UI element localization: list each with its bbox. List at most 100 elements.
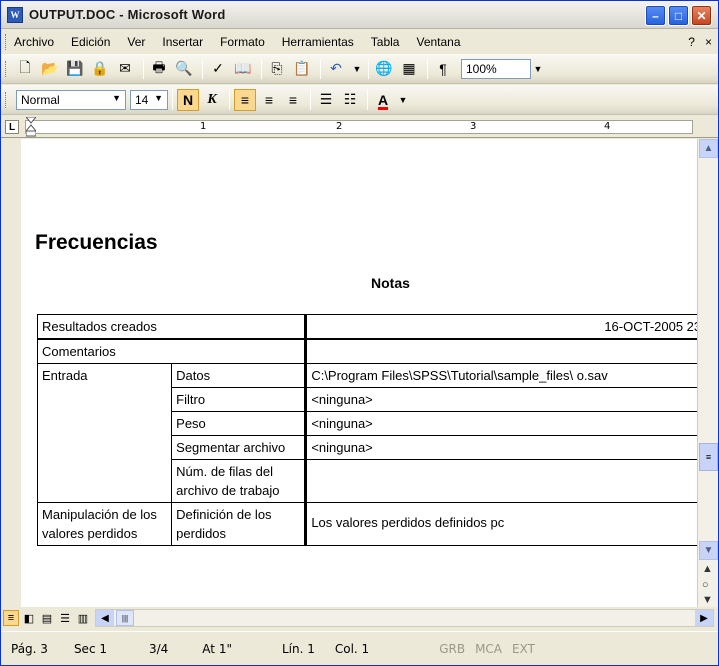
undo-dropdown-icon[interactable]: ▼ xyxy=(350,59,364,79)
scroll-right-icon[interactable]: ▶ xyxy=(695,610,713,626)
hyperlink-icon[interactable]: 🌐 xyxy=(373,58,395,80)
email-icon[interactable]: ✉ xyxy=(114,58,136,80)
copy-icon[interactable]: ⎘ xyxy=(266,58,288,80)
italic-button[interactable]: K xyxy=(201,89,223,111)
status-extend[interactable]: EXT xyxy=(512,642,535,656)
status-at: At 1" xyxy=(202,641,232,656)
separator xyxy=(320,58,321,79)
horizontal-scrollbar[interactable]: ◀ ||| ▶ xyxy=(95,609,714,627)
align-right-icon[interactable]: ≡ xyxy=(282,89,304,111)
scroll-down-icon[interactable]: ▼ xyxy=(699,541,718,560)
menu-insertar[interactable]: Insertar xyxy=(162,35,203,49)
menu-herramientas[interactable]: Herramientas xyxy=(282,35,354,49)
separator xyxy=(143,58,144,79)
title-bar[interactable]: W OUTPUT.DOC - Microsoft Word – □ ✕ xyxy=(1,1,718,29)
align-center-icon[interactable]: ≡ xyxy=(258,89,280,111)
table-cell: <ninguna> xyxy=(305,411,697,436)
toolbar-grip[interactable] xyxy=(5,34,8,50)
status-bar: Pág. 3 Sec 1 3/4 At 1" Lín. 1 Col. 1 GRB… xyxy=(1,631,718,665)
zoom-select[interactable]: 100% xyxy=(461,58,531,79)
table-cell: 16-OCT-2005 23:2 xyxy=(305,314,697,340)
horizontal-scroll-thumb[interactable]: ||| xyxy=(116,610,134,626)
undo-icon[interactable]: ↶ xyxy=(325,58,347,80)
bulleted-list-icon[interactable]: ☷ xyxy=(339,89,361,111)
table-icon[interactable]: ▦ xyxy=(398,58,420,80)
indent-marker-icon[interactable] xyxy=(26,117,36,137)
font-color-icon[interactable]: A xyxy=(372,89,394,111)
open-folder-icon[interactable]: 📂 xyxy=(39,58,61,80)
status-record[interactable]: GRB xyxy=(439,642,465,656)
ruler: L 1 2 3 4 xyxy=(1,116,718,138)
web-layout-icon[interactable]: ◧ xyxy=(21,610,37,626)
align-left-icon[interactable]: ≡ xyxy=(234,88,256,111)
separator xyxy=(427,58,428,79)
separator xyxy=(172,89,173,110)
separator xyxy=(368,58,369,79)
paste-icon[interactable]: 📋 xyxy=(291,58,313,80)
vertical-scrollbar[interactable]: ▲ ≡ ▼ ▲ ○ ▼ xyxy=(697,139,718,607)
font-color-dropdown-icon[interactable]: ▼ xyxy=(396,90,410,110)
outline-view-icon[interactable]: ☰ xyxy=(57,610,73,626)
maximize-button[interactable]: □ xyxy=(668,5,689,26)
chevron-down-icon[interactable]: ▼ xyxy=(154,93,163,107)
toolbar-grip[interactable] xyxy=(5,60,8,77)
document-page[interactable]: Frecuencias Notas Resultados creados 16-… xyxy=(21,139,697,607)
normal-view-icon[interactable]: ≡ xyxy=(3,610,19,626)
close-window-button[interactable]: ✕ xyxy=(691,5,712,26)
ruler-number: 4 xyxy=(604,121,611,132)
tab-stop-selector[interactable]: L xyxy=(5,120,19,134)
font-size-value: 14 xyxy=(135,92,149,107)
ruler-number: 2 xyxy=(336,121,343,132)
table-cell: Núm. de filas del archivo de trabajo xyxy=(171,459,308,503)
standard-toolbar: 🗋 📂 💾 🔒 ✉ 🖶 🔍 ✓ 📖 ⎘ 📋 ↶ ▼ 🌐 ▦ ¶ 100% ▼ xyxy=(1,54,718,84)
next-page-icon[interactable]: ▼ xyxy=(702,594,713,606)
status-track-changes[interactable]: MCA xyxy=(475,642,502,656)
scroll-up-icon[interactable]: ▲ xyxy=(699,139,718,158)
menu-formato[interactable]: Formato xyxy=(220,35,265,49)
menu-archivo[interactable]: Archivo xyxy=(14,35,54,49)
style-select[interactable]: Normal ▼ xyxy=(16,89,126,110)
research-icon[interactable]: 📖 xyxy=(232,58,254,80)
status-page: Pág. 3 xyxy=(11,641,48,656)
table-cell xyxy=(305,459,697,503)
table-cell: Entrada xyxy=(36,363,173,503)
separator xyxy=(261,58,262,79)
menu-tabla[interactable]: Tabla xyxy=(371,35,400,49)
paragraph-mark-icon[interactable]: ¶ xyxy=(432,58,454,80)
table-cell: C:\Program Files\SPSS\Tutorial\sample_fi… xyxy=(305,363,697,388)
table-cell: Los valores perdidos definidos pc xyxy=(305,502,697,546)
toolbar-grip[interactable] xyxy=(5,91,8,108)
spelling-icon[interactable]: ✓ xyxy=(207,58,229,80)
word-window: W OUTPUT.DOC - Microsoft Word – □ ✕ Arch… xyxy=(0,0,719,666)
zoom-dropdown-icon[interactable]: ▼ xyxy=(531,59,545,79)
menu-ver[interactable]: Ver xyxy=(127,35,145,49)
chevron-down-icon[interactable]: ▼ xyxy=(112,93,121,107)
table-cell: Datos xyxy=(171,363,308,388)
ruler-scale[interactable]: 1 2 3 4 xyxy=(25,117,693,137)
print-layout-icon[interactable]: ▤ xyxy=(39,610,55,626)
menu-help[interactable]: ? xyxy=(688,35,695,49)
table-row: Resultados creados 16-OCT-2005 23:2 xyxy=(36,314,697,340)
word-app-icon[interactable]: W xyxy=(7,6,23,23)
save-icon[interactable]: 💾 xyxy=(64,58,86,80)
scroll-left-icon[interactable]: ◀ xyxy=(96,610,114,626)
table-row: Manipulación de los valores perdidos Def… xyxy=(36,502,697,546)
permission-icon[interactable]: 🔒 xyxy=(89,58,111,80)
ruler-number: 3 xyxy=(470,121,477,132)
bold-button[interactable]: N xyxy=(177,88,199,111)
reading-layout-icon[interactable]: ▥ xyxy=(75,610,91,626)
menu-edicion[interactable]: Edición xyxy=(71,35,110,49)
minimize-button[interactable]: – xyxy=(645,5,666,26)
numbered-list-icon[interactable]: ☰ xyxy=(315,89,337,111)
scroll-thumb[interactable]: ≡ xyxy=(699,443,718,471)
font-size-select[interactable]: 14 ▼ xyxy=(130,89,168,110)
status-line: Lín. 1 xyxy=(281,641,315,656)
menu-ventana[interactable]: Ventana xyxy=(416,35,460,49)
new-document-icon[interactable]: 🗋 xyxy=(14,58,36,80)
table-cell: Comentarios xyxy=(36,338,308,364)
select-browse-object-icon[interactable]: ○ xyxy=(702,579,709,591)
print-preview-icon[interactable]: 🔍 xyxy=(173,58,195,80)
print-icon[interactable]: 🖶 xyxy=(148,58,170,80)
previous-page-icon[interactable]: ▲ xyxy=(702,563,713,575)
close-document-button[interactable]: × xyxy=(705,35,712,49)
